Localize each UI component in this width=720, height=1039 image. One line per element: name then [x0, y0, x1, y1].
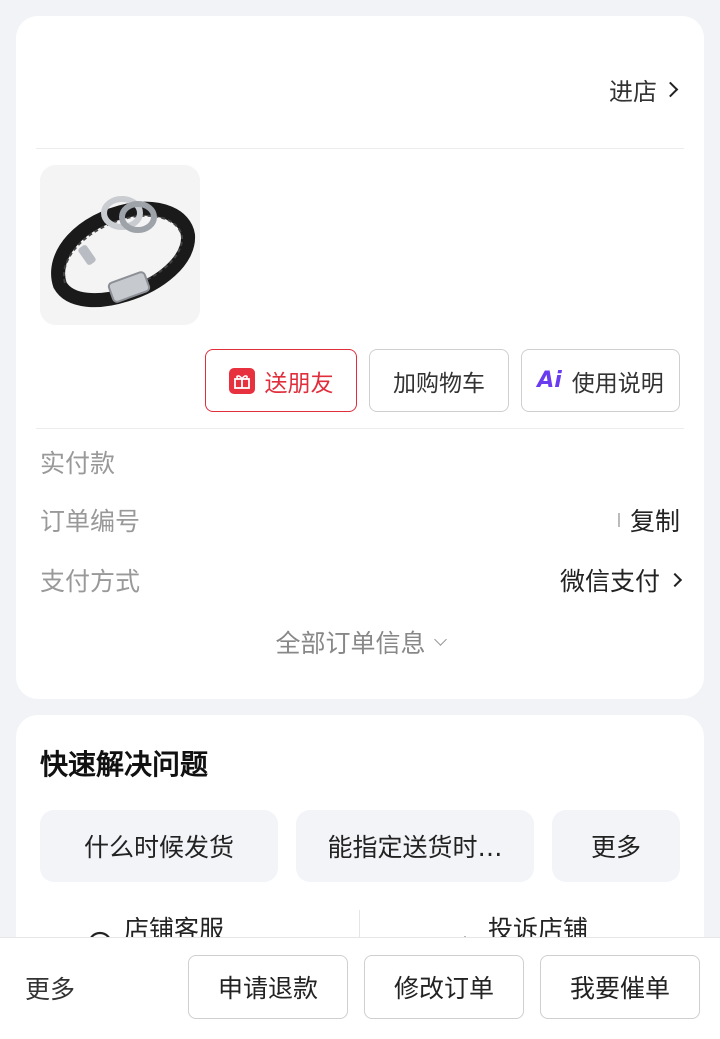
bottom-action-bar: 更多 申请退款 修改订单 我要催单 [0, 937, 720, 1039]
chip-delivery-time[interactable]: 能指定送货时… [296, 810, 534, 882]
enter-shop-button[interactable]: 进店 [609, 72, 679, 107]
chip-shipping-time[interactable]: 什么时候发货 [40, 810, 278, 882]
chip-more[interactable]: 更多 [552, 810, 680, 882]
order-card: 进店 送朋友 加购物车 Ai 使用说明 实付款 订单编号 复制 支付方式 微信支… [16, 16, 704, 699]
product-image[interactable] [40, 165, 200, 325]
modify-order-button[interactable]: 修改订单 [364, 955, 524, 1019]
order-number-value-fragment [617, 513, 620, 527]
quick-help-title: 快速解决问题 [40, 748, 209, 781]
copy-button[interactable]: 复制 [630, 502, 680, 538]
paid-amount-label: 实付款 [40, 449, 116, 478]
payment-method-label: 支付方式 [40, 567, 141, 596]
gift-icon [228, 367, 255, 394]
usage-guide-button[interactable]: Ai 使用说明 [521, 349, 680, 412]
more-actions-link[interactable]: 更多 [25, 970, 75, 1006]
quick-question-chips: 什么时候发货 能指定送货时… 更多 [40, 810, 680, 882]
order-number-row: 订单编号 复制 [40, 502, 680, 538]
chevron-down-icon [433, 632, 447, 646]
usage-guide-label: 使用说明 [571, 370, 664, 397]
product-action-row: 送朋友 加购物车 Ai 使用说明 [205, 349, 680, 412]
chevron-right-icon [662, 81, 679, 98]
add-to-cart-button[interactable]: 加购物车 [369, 349, 509, 412]
all-order-info-label: 全部订单信息 [275, 629, 426, 658]
urge-shipping-button[interactable]: 我要催单 [540, 955, 700, 1019]
ai-sparkle-icon: Ai [537, 368, 562, 393]
payment-method-row[interactable]: 支付方式 微信支付 [40, 562, 683, 598]
paid-amount-row: 实付款 [40, 444, 680, 480]
divider [36, 428, 684, 429]
chevron-right-icon [667, 572, 683, 588]
add-to-cart-label: 加购物车 [393, 370, 485, 397]
gift-friend-label: 送朋友 [264, 370, 334, 397]
enter-shop-label: 进店 [609, 78, 657, 106]
divider [36, 148, 684, 149]
payment-method-value: 微信支付 [559, 567, 660, 596]
all-order-info-toggle[interactable]: 全部订单信息 [16, 624, 704, 660]
gift-friend-button[interactable]: 送朋友 [205, 349, 357, 412]
order-number-label: 订单编号 [40, 507, 141, 536]
bracelet-image [40, 165, 200, 325]
apply-refund-button[interactable]: 申请退款 [188, 955, 348, 1019]
